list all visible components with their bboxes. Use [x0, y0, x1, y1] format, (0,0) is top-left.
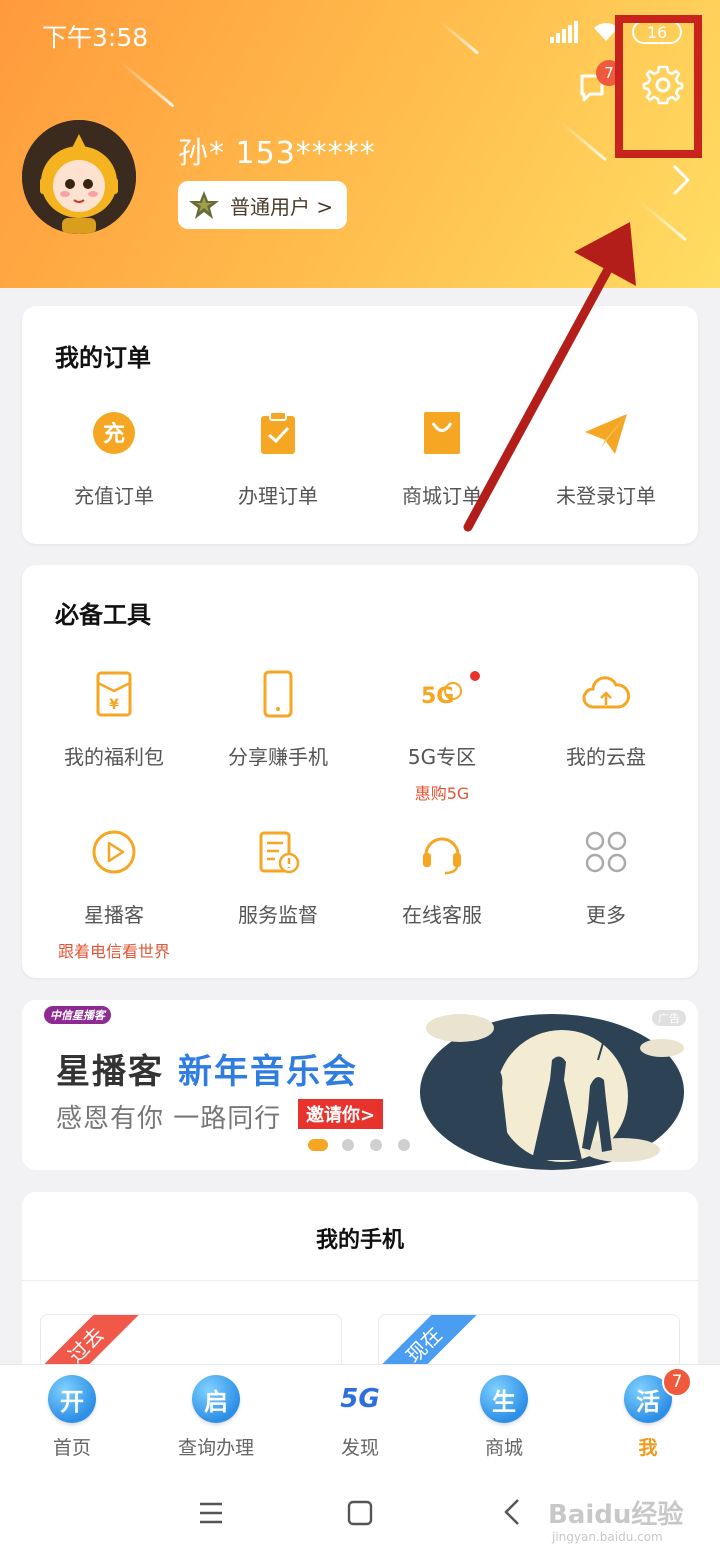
- tools-card: 必备工具 ¥ 我的福利包 分享赚手机 5G 5G专区 惠购5G 我的云盘 星播客…: [22, 565, 698, 978]
- meteor-decoration: [559, 120, 607, 162]
- home-square-icon[interactable]: [347, 1500, 373, 1526]
- order-mall[interactable]: 商城订单: [360, 408, 524, 509]
- tool-more[interactable]: 更多: [524, 827, 688, 928]
- svg-text:充: 充: [103, 421, 125, 447]
- tab-label: 首页: [52, 1437, 91, 1459]
- tool-service-supervision[interactable]: 服务监督: [196, 827, 360, 928]
- order-recharge[interactable]: 充 充值订单: [32, 408, 196, 509]
- document-alert-icon: [259, 831, 300, 874]
- new-dot: [470, 671, 480, 681]
- tool-sublabel: 惠购5G: [414, 784, 470, 803]
- tool-welfare-pack[interactable]: ¥ 我的福利包: [32, 669, 196, 770]
- order-label: 未登录订单: [556, 484, 656, 508]
- tool-label: 我的云盘: [566, 745, 646, 769]
- order-handle[interactable]: 办理订单: [196, 408, 360, 509]
- banner-cta: 邀请你>: [298, 1099, 384, 1129]
- carousel-dot[interactable]: [398, 1139, 410, 1151]
- watermark-brand: Baidu经验: [548, 1500, 684, 1530]
- paper-plane-icon: [585, 414, 627, 454]
- menu-icon[interactable]: [198, 1502, 224, 1524]
- banner-logo: 中信星播客: [44, 1006, 111, 1024]
- divider: [22, 1280, 698, 1281]
- tool-label: 星播客: [84, 903, 144, 927]
- order-label: 办理订单: [238, 484, 318, 508]
- concert-moon-illustration: [420, 1014, 684, 1170]
- my-phone-title: 我的手机: [315, 1228, 404, 1253]
- tab-label: 我: [638, 1437, 658, 1459]
- banner-subtitle: 感恩有你 一路同行: [56, 1104, 282, 1134]
- ad-label: 广告: [652, 1010, 686, 1026]
- play-circle-icon: [92, 830, 136, 874]
- chevron-right-icon[interactable]: [668, 160, 694, 200]
- more-grid-icon: [585, 831, 627, 873]
- watermark-url: jingyan.baidu.com: [552, 1530, 663, 1544]
- tool-label: 在线客服: [402, 903, 482, 927]
- tab-home[interactable]: 开 首页: [12, 1375, 132, 1460]
- home-tab-icon: 开: [48, 1375, 96, 1423]
- 5g-hello-icon: 5G: [421, 682, 462, 709]
- phone-icon: [263, 670, 293, 718]
- tool-label: 分享赚手机: [228, 745, 328, 769]
- carousel-dot[interactable]: [342, 1139, 354, 1151]
- tool-label: 服务监督: [238, 903, 318, 927]
- profile-header: 下午3:58 16 7 孙* 153***** 普通用户 >: [0, 0, 720, 288]
- svg-text:¥: ¥: [109, 697, 119, 713]
- tab-badge: 7: [662, 1367, 692, 1397]
- tab-label: 查询办理: [177, 1437, 254, 1459]
- carousel-dot[interactable]: [370, 1139, 382, 1151]
- query-tab-icon: 启: [192, 1375, 240, 1423]
- tab-me[interactable]: 活 7 我: [588, 1367, 708, 1460]
- tool-share-earn-phone[interactable]: 分享赚手机: [196, 669, 360, 770]
- tab-label: 商城: [484, 1437, 523, 1459]
- banner-title-part1: 星播客: [56, 1052, 164, 1092]
- status-time: 下午3:58: [42, 23, 149, 52]
- meteor-decoration: [119, 60, 175, 108]
- membership-level-button[interactable]: 普通用户 >: [178, 181, 348, 229]
- shopping-bag-icon: [424, 412, 460, 454]
- tool-5g-zone[interactable]: 5G 5G专区 惠购5G: [360, 669, 524, 804]
- svg-text:5G: 5G: [421, 684, 454, 709]
- orders-card: 我的订单 充 充值订单 办理订单 商城订单 未登录订单: [22, 306, 698, 544]
- meteor-decoration: [639, 200, 687, 242]
- mall-tab-icon: 生: [480, 1375, 528, 1423]
- tool-online-support[interactable]: 在线客服: [360, 827, 524, 928]
- star-badge-icon: [189, 191, 219, 219]
- orders-title: 我的订单: [55, 344, 151, 372]
- tool-cloud-disk[interactable]: 我的云盘: [524, 669, 688, 770]
- cloud-icon: [582, 676, 631, 709]
- membership-level-label: 普通用户 >: [230, 194, 334, 219]
- red-envelope-icon: ¥: [96, 671, 132, 717]
- tab-query[interactable]: 启 查询办理: [156, 1375, 276, 1460]
- order-not-logged-in[interactable]: 未登录订单: [524, 408, 688, 509]
- meteor-decoration: [439, 20, 480, 55]
- tab-label: 发现: [340, 1437, 379, 1459]
- carousel-dot[interactable]: [308, 1139, 328, 1151]
- tool-label: 更多: [586, 903, 626, 927]
- promo-banner[interactable]: 中信星播客 星播客 新年音乐会 感恩有你 一路同行 邀请你> 广告: [22, 1000, 698, 1170]
- avatar-mascot-icon: [22, 120, 136, 234]
- clipboard-check-icon: [261, 411, 295, 454]
- headset-icon: [423, 837, 461, 875]
- tool-star-podcast[interactable]: 星播客 跟着电信看世界: [32, 827, 196, 962]
- order-label: 商城订单: [402, 484, 482, 508]
- tab-mall[interactable]: 生 商城: [444, 1375, 564, 1460]
- tab-discover[interactable]: 5G 发现: [300, 1375, 420, 1460]
- recharge-icon: 充: [93, 412, 135, 454]
- highlight-box: [615, 15, 702, 158]
- 5g-tab-icon: 5G: [340, 1384, 380, 1414]
- back-arrow-icon[interactable]: [502, 1498, 522, 1526]
- tool-sublabel: 跟着电信看世界: [57, 942, 170, 961]
- username[interactable]: 孙* 153*****: [178, 128, 376, 172]
- tools-title: 必备工具: [55, 601, 151, 629]
- signal-icon: [550, 21, 578, 43]
- tool-label: 5G专区: [407, 745, 477, 769]
- banner-title-part2: 新年音乐会: [178, 1052, 358, 1092]
- order-label: 充值订单: [74, 484, 154, 508]
- bottom-tab-bar: 开 首页 启 查询办理 5G 发现 生 商城 活 7 我: [0, 1364, 720, 1464]
- avatar[interactable]: [22, 120, 136, 234]
- tool-label: 我的福利包: [64, 745, 164, 769]
